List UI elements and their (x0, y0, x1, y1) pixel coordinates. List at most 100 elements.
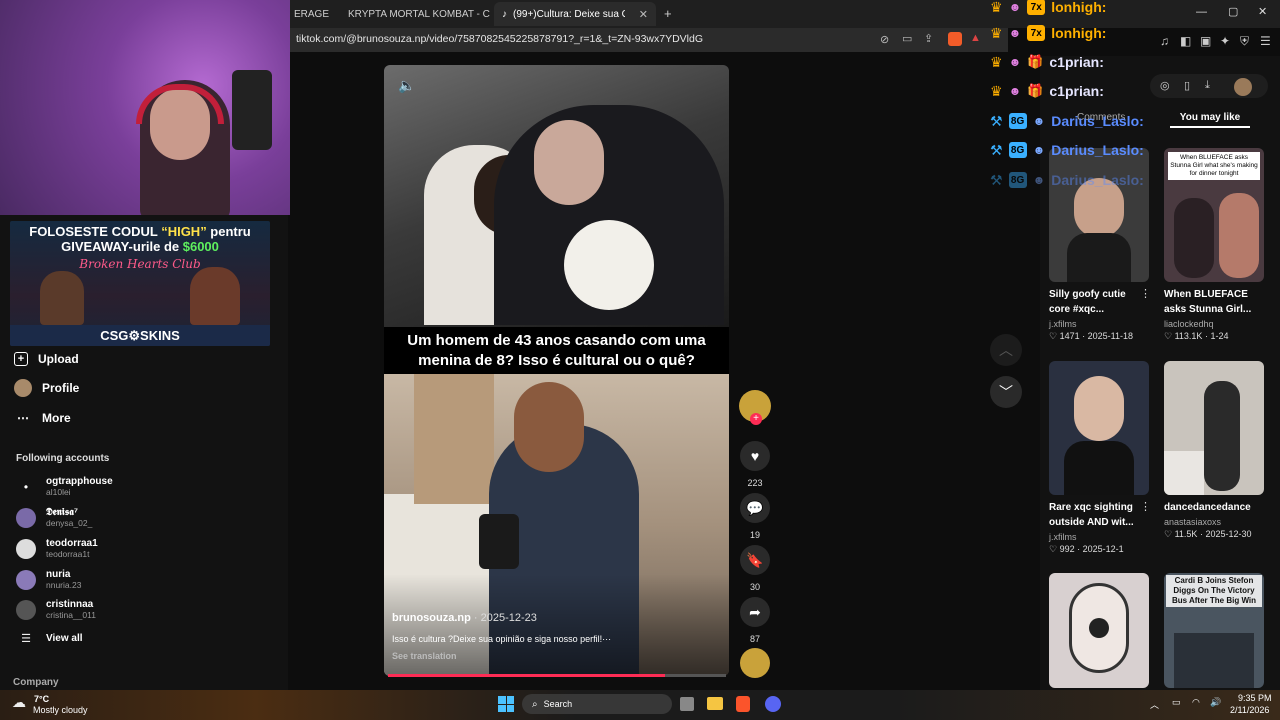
chat-badge: 7x (1027, 0, 1046, 15)
nav-profile[interactable]: Profile (14, 377, 79, 399)
comment-icon[interactable]: 💬 (740, 493, 770, 523)
task-view-icon[interactable] (680, 697, 694, 711)
download-icon[interactable]: ⤓ (1205, 79, 1210, 92)
chat-username: lonhigh: (1051, 0, 1107, 15)
vpn-icon[interactable]: ⛨ (1240, 34, 1249, 49)
tracking-icon[interactable]: ⊘ (880, 33, 889, 46)
video-thumbnail[interactable] (1049, 361, 1149, 495)
rewards-icon[interactable]: ▲ (970, 32, 981, 44)
search-icon: ⌕ (532, 698, 538, 710)
see-translation-link[interactable]: See translation (392, 651, 611, 661)
sponsor-banner[interactable]: FOLOSESTE CODUL “HIGH” pentru GIVEAWAY-u… (10, 221, 270, 346)
following-account[interactable]: • ogtrapphouse al10lei (16, 476, 113, 497)
cast-icon[interactable]: ▭ (902, 32, 912, 45)
account-avatar (16, 599, 36, 620)
network-icon[interactable]: ▭ (1172, 697, 1181, 708)
tray-chevron-icon[interactable]: ︿ (1150, 698, 1159, 711)
wifi-icon[interactable]: ◠ (1192, 697, 1200, 708)
bookmark-icon[interactable]: 🔖 (740, 545, 770, 575)
author-avatar-button[interactable]: + (739, 390, 771, 434)
video-card[interactable]: dancedancedance anastasiaxoxs ♡ 11.5K · … (1164, 500, 1264, 540)
following-account[interactable]: nuria nnuria.23 (16, 569, 81, 590)
tab-label: KRYPTA MORTAL KOMBAT - Căutare (348, 8, 490, 20)
tab-erage[interactable]: ERAGE (286, 2, 334, 26)
video-thumbnail[interactable] (1049, 573, 1149, 688)
minimize-button[interactable]: — (1196, 6, 1207, 18)
video-thumbnail[interactable]: When BLUEFACE asks Stunna Girl what she'… (1164, 148, 1264, 282)
tab-you-may-like[interactable]: You may like (1170, 112, 1250, 128)
maximize-button[interactable]: ▢ (1228, 5, 1238, 18)
man-face-image (514, 382, 584, 472)
volume-tray-icon[interactable]: 🔊 (1210, 697, 1221, 708)
comment-action[interactable]: 💬 19 (740, 493, 770, 540)
view-all-link[interactable]: ☰ View all (16, 632, 82, 645)
tab-tiktok-video[interactable]: ♪ (99+)Cultura: Deixe sua Opinião ✕ (494, 2, 656, 26)
video-meta: brunosouza.np · 2025-12-23 Isso é cultur… (392, 612, 611, 661)
follow-plus-icon[interactable]: + (750, 413, 762, 425)
comment-count: 19 (749, 530, 760, 540)
phone-icon[interactable]: ▯ (1184, 79, 1190, 92)
wallet-icon[interactable]: ▣ (1200, 34, 1211, 48)
crown-icon: ♛ (990, 82, 1003, 99)
save-action[interactable]: 🔖 30 (740, 545, 770, 592)
video-progress-bar[interactable] (388, 674, 726, 677)
previous-video-button[interactable]: ︿ (990, 334, 1022, 366)
ad-code: “HIGH” (161, 224, 207, 239)
brave-shield-icon[interactable] (948, 32, 962, 46)
user-avatar[interactable] (1234, 78, 1252, 96)
video-thumbnail[interactable] (1164, 361, 1264, 495)
chat-badge: 8G (1008, 142, 1027, 158)
file-explorer-icon[interactable] (707, 697, 723, 710)
media-icon[interactable]: ♫ (1160, 34, 1169, 48)
close-tab-icon[interactable]: ✕ (639, 8, 648, 21)
nav-more[interactable]: ⋯ More (14, 407, 71, 429)
tab-label: ERAGE (294, 8, 330, 20)
like-action[interactable]: ♥ 223 (740, 441, 770, 488)
chat-username: Darius_Laslo: (1051, 113, 1144, 129)
video-author[interactable]: brunosouza.np (392, 612, 471, 624)
share-action[interactable]: ➦ 87 (740, 597, 770, 644)
ad-subline: GIVEAWAY-urile de $6000 (10, 239, 270, 254)
hammer-icon: ⚒ (990, 171, 1003, 188)
account-handle: cristina__011 (46, 610, 96, 620)
card-more-icon[interactable]: ⋮ (1140, 500, 1151, 513)
gift-icon: 🎁 (1027, 83, 1044, 98)
tiktok-icon: ♪ (502, 8, 507, 20)
chat-message: ⚒ 8G ☻ Darius_Laslo: (990, 137, 1144, 163)
clock-date[interactable]: 2/11/2026 (1230, 705, 1269, 715)
tab-krypta-search[interactable]: KRYPTA MORTAL KOMBAT - Căutare (334, 2, 490, 26)
windows-start-icon[interactable] (498, 696, 514, 712)
brave-browser-icon[interactable] (736, 696, 750, 712)
nav-upload[interactable]: + Upload (14, 348, 79, 370)
company-link[interactable]: Company (13, 677, 59, 688)
video-thumbnail[interactable]: Cardi B Joins Stefon Diggs On The Victor… (1164, 573, 1264, 688)
taskbar-search[interactable]: ⌕ Search (522, 694, 672, 714)
video-frame-top[interactable]: 🔈 (384, 65, 729, 327)
discord-icon[interactable] (765, 696, 781, 712)
card-more-icon[interactable]: ⋮ (1140, 287, 1151, 300)
close-window-button[interactable]: ✕ (1258, 5, 1267, 18)
volume-icon[interactable]: 🔈 (398, 77, 415, 94)
new-tab-button[interactable]: + (664, 6, 672, 21)
share-arrow-icon[interactable]: ➦ (740, 597, 770, 627)
compass-icon[interactable]: ◎ (1160, 79, 1170, 92)
video-card[interactable]: When BLUEFACE asks Stunna Girl... liaclo… (1164, 287, 1264, 342)
leo-ai-icon[interactable]: ✦ (1220, 34, 1230, 48)
following-account[interactable]: 𝕯𝖊𝖓𝖎𝖘𝖆⁷ denysa_02_ (16, 507, 92, 528)
next-video-button[interactable]: ﹀ (990, 376, 1022, 408)
clock-time[interactable]: 9:35 PM (1238, 693, 1272, 703)
sound-disc-button[interactable] (740, 648, 770, 678)
heart-icon[interactable]: ♥ (740, 441, 770, 471)
video-card[interactable]: Silly goofy cutie core #xqc... j.xfilms … (1049, 287, 1149, 342)
avatar-icon (14, 379, 32, 397)
following-account[interactable]: teodorraa1 teodorraa1t (16, 538, 98, 559)
sidebar-toggle-icon[interactable]: ◧ (1180, 34, 1191, 48)
video-card[interactable]: Rare xqc sighting outside AND wit... j.x… (1049, 500, 1149, 555)
weather-icon[interactable]: ☁ (12, 694, 26, 711)
following-account[interactable]: cristinnaa cristina__011 (16, 599, 96, 620)
share-icon[interactable]: ⇪ (924, 32, 933, 45)
card-stats: ♡ 992 · 2025-12-1 (1049, 544, 1124, 554)
menu-icon[interactable]: ☰ (1260, 34, 1271, 48)
chat-username: c1prian: (1049, 83, 1104, 99)
phone-image (479, 514, 519, 569)
